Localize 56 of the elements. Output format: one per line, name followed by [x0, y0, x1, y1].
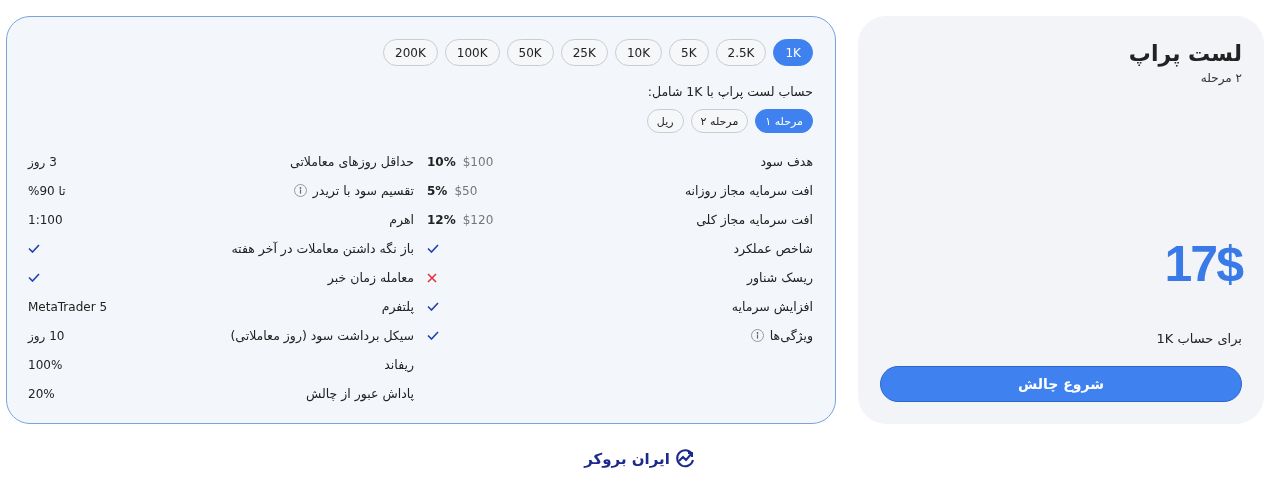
detail-label: تقسیم سود با تریدر	[312, 183, 414, 198]
account-size-tab[interactable]: 25K	[560, 39, 608, 66]
account-size-tab[interactable]: 200K	[383, 39, 438, 66]
account-size-tab[interactable]: 2.5K	[715, 39, 767, 66]
detail-label: افزایش سرمایه	[731, 299, 813, 314]
start-challenge-button[interactable]: شروع چالش	[880, 366, 1242, 402]
detail-value: تا 90%	[28, 183, 66, 198]
percent: 5%	[427, 183, 448, 198]
detail-label: پاداش عبور از چالش	[305, 386, 414, 401]
account-note: برای حساب 1K	[1156, 331, 1242, 346]
amount: $50	[454, 183, 478, 198]
cross-icon	[427, 272, 437, 283]
plan-title: لست پراپ	[1128, 40, 1242, 69]
plan-subtitle: ۲ مرحله	[1200, 70, 1242, 85]
info-icon[interactable]	[750, 329, 764, 342]
account-size-tab[interactable]: 1K	[773, 39, 813, 66]
detail-value: 20%	[28, 386, 55, 401]
price: 17$	[1164, 235, 1242, 293]
detail-label: حداقل روزهای معاملاتی	[289, 154, 414, 169]
detail-label: معامله زمان خبر	[327, 270, 414, 285]
detail-label: ریسک شناور	[747, 270, 813, 285]
detail-label: اهرم	[389, 212, 414, 227]
logo-text: ایران بروکر	[584, 450, 670, 468]
detail-label: ویژگی‌ها	[769, 328, 813, 343]
percent: 10%	[427, 154, 456, 169]
detail-label: شاخص عملکرد	[733, 241, 813, 256]
check-icon	[28, 244, 40, 253]
detail-value: 3 روز	[28, 154, 57, 169]
account-size-tab[interactable]: 5K	[669, 39, 709, 66]
check-icon	[427, 331, 439, 340]
detail-label: ریفاند	[384, 357, 414, 372]
detail-label: سیکل برداشت سود (روز معاملاتی)	[230, 328, 414, 343]
check-icon	[28, 273, 40, 282]
check-icon	[427, 244, 439, 253]
detail-label: پلتفرم	[381, 299, 414, 314]
detail-label: افت سرمایه مجاز کلی	[696, 212, 813, 227]
detail-value: 1:100	[28, 212, 63, 227]
detail-value: MetaTrader 5	[28, 299, 108, 314]
amount: $100	[462, 154, 494, 169]
stage-tab[interactable]: مرحله ۱	[755, 109, 813, 133]
detail-label: هدف سود	[760, 154, 813, 169]
info-icon[interactable]	[293, 184, 307, 197]
detail-value: 100%	[28, 357, 63, 372]
account-size-tab[interactable]: 10K	[614, 39, 662, 66]
check-icon	[427, 302, 439, 311]
percent: 12%	[427, 212, 456, 227]
stage-tab[interactable]: ریل	[646, 109, 684, 133]
trend-logo-icon	[673, 448, 696, 470]
account-size-tab[interactable]: 100K	[444, 39, 500, 66]
includes-heading: حساب لست پراپ با 1K شامل:	[646, 84, 813, 99]
detail-label: افت سرمایه مجاز روزانه	[684, 183, 813, 198]
detail-label: باز نگه داشتن معاملات در آخر هفته	[231, 241, 414, 256]
amount: $120	[462, 212, 494, 227]
detail-value: 10 روز	[28, 328, 65, 343]
account-size-tab[interactable]: 50K	[506, 39, 554, 66]
stage-tab[interactable]: مرحله ۲	[690, 109, 749, 133]
